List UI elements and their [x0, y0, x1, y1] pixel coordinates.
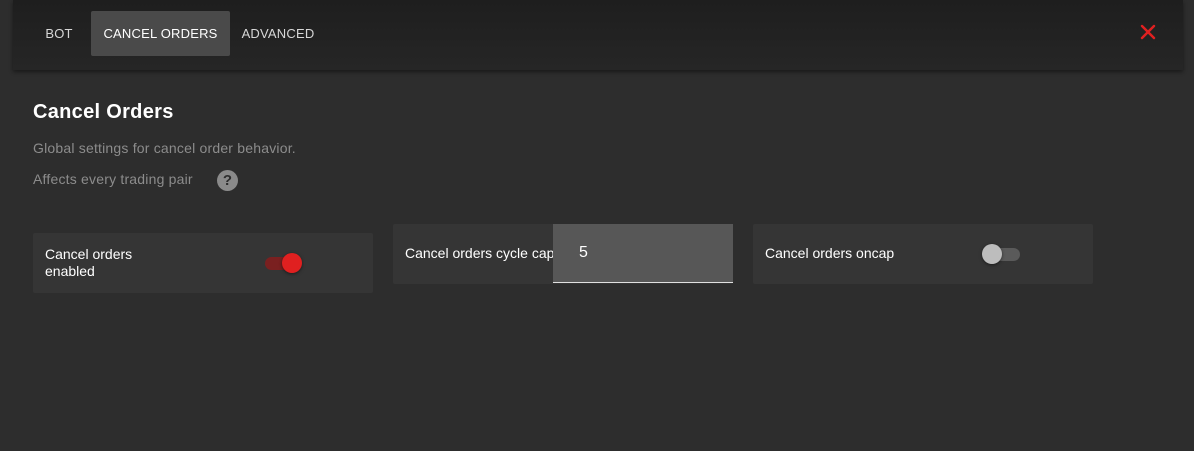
- page-description: Global settings for cancel order behavio…: [33, 140, 296, 156]
- help-icon[interactable]: ?: [217, 170, 238, 191]
- page-note: Affects every trading pair: [33, 171, 193, 187]
- cancel-orders-cycle-cap-card: Cancel orders cycle cap: [393, 224, 733, 284]
- tab-advanced[interactable]: ADVANCED: [241, 11, 315, 56]
- cancel-orders-oncap-card: Cancel orders oncap: [753, 224, 1093, 284]
- cancel-orders-enabled-toggle[interactable]: [265, 252, 303, 274]
- cancel-orders-oncap-label: Cancel orders oncap: [765, 245, 895, 261]
- close-icon[interactable]: [1139, 23, 1157, 41]
- tab-bot[interactable]: BOT: [34, 11, 84, 56]
- cancel-orders-cycle-cap-label: Cancel orders cycle cap: [405, 245, 555, 261]
- toggle-knob: [982, 244, 1002, 264]
- cancel-orders-enabled-label: Cancel orders enabled: [45, 246, 133, 279]
- toggle-knob: [282, 253, 302, 273]
- cycle-cap-input[interactable]: [553, 224, 733, 283]
- page-title: Cancel Orders: [33, 101, 174, 123]
- cancel-orders-enabled-card: Cancel orders enabled: [33, 233, 373, 293]
- cancel-orders-oncap-toggle[interactable]: [982, 243, 1020, 265]
- top-tab-bar: BOT CANCEL ORDERS ADVANCED: [13, 0, 1183, 70]
- tab-cancel-orders[interactable]: CANCEL ORDERS: [91, 11, 230, 56]
